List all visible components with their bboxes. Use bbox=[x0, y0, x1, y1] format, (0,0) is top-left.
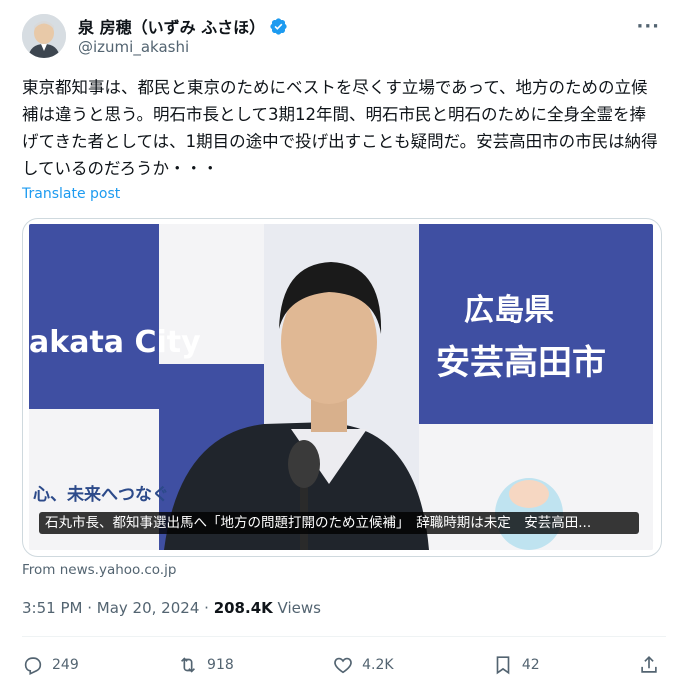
backdrop-slogan-text: 心、未来へつなぐ bbox=[33, 484, 169, 505]
preview-image: akata City 広島県 安芸高田市 心、未来へつなぐ 石丸市長、都知事選出… bbox=[29, 224, 653, 550]
press-conference-photo: akata City 広島県 安芸高田市 心、未来へつなぐ bbox=[29, 224, 653, 550]
divider bbox=[22, 636, 666, 637]
backdrop-city-text: akata City bbox=[29, 325, 201, 360]
backdrop-municipality-text: 安芸高田市 bbox=[436, 343, 606, 383]
post-time[interactable]: 3:51 PM bbox=[22, 599, 82, 617]
author-name-row: 泉 房穂（いずみ ふさほ） bbox=[78, 14, 288, 38]
more-options-icon[interactable]: ··· bbox=[636, 16, 660, 37]
verified-badge-icon[interactable] bbox=[269, 17, 288, 36]
translate-post-link[interactable]: Translate post bbox=[22, 186, 120, 202]
like-button[interactable]: 4.2K bbox=[332, 654, 394, 676]
meta-separator: · bbox=[87, 599, 97, 617]
repost-button[interactable]: 918 bbox=[177, 654, 234, 676]
bookmark-button[interactable]: 42 bbox=[492, 654, 540, 676]
like-count: 4.2K bbox=[362, 657, 394, 673]
avatar[interactable] bbox=[22, 14, 66, 58]
backdrop-prefecture-text: 広島県 bbox=[464, 293, 554, 328]
display-name[interactable]: 泉 房穂（いずみ ふさほ） bbox=[78, 14, 265, 38]
meta-separator: · bbox=[204, 599, 214, 617]
bookmark-count: 42 bbox=[521, 657, 540, 673]
avatar-image bbox=[22, 14, 66, 58]
share-button[interactable] bbox=[638, 654, 660, 676]
heart-icon bbox=[334, 657, 352, 674]
post-date[interactable]: May 20, 2024 bbox=[97, 599, 200, 617]
bookmark-icon bbox=[496, 656, 510, 675]
preview-caption: 石丸市長、都知事選出馬へ「地方の問題打開のため立候補」 辞職時期は未定 安芸高田… bbox=[39, 512, 639, 534]
repost-icon bbox=[181, 657, 196, 673]
handle[interactable]: @izumi_akashi bbox=[78, 38, 189, 56]
repost-count: 918 bbox=[207, 657, 234, 673]
action-bar: 249 918 4.2K 42 bbox=[22, 650, 660, 680]
views-count[interactable]: 208.4K bbox=[214, 599, 273, 617]
reply-count: 249 bbox=[52, 657, 79, 673]
views-label: Views bbox=[277, 599, 321, 617]
share-icon bbox=[641, 656, 657, 673]
reply-icon bbox=[24, 657, 42, 676]
reply-button[interactable]: 249 bbox=[22, 654, 79, 676]
post-metadata: 3:51 PM · May 20, 2024 · 208.4K Views bbox=[22, 599, 321, 617]
link-preview-card[interactable]: akata City 広島県 安芸高田市 心、未来へつなぐ 石丸市長、都知事選出… bbox=[22, 218, 662, 557]
post-text: 東京都知事は、都民と東京のためにベストを尽くす立場であって、地方のための立候補は… bbox=[22, 78, 658, 178]
link-source[interactable]: From news.yahoo.co.jp bbox=[22, 562, 176, 578]
